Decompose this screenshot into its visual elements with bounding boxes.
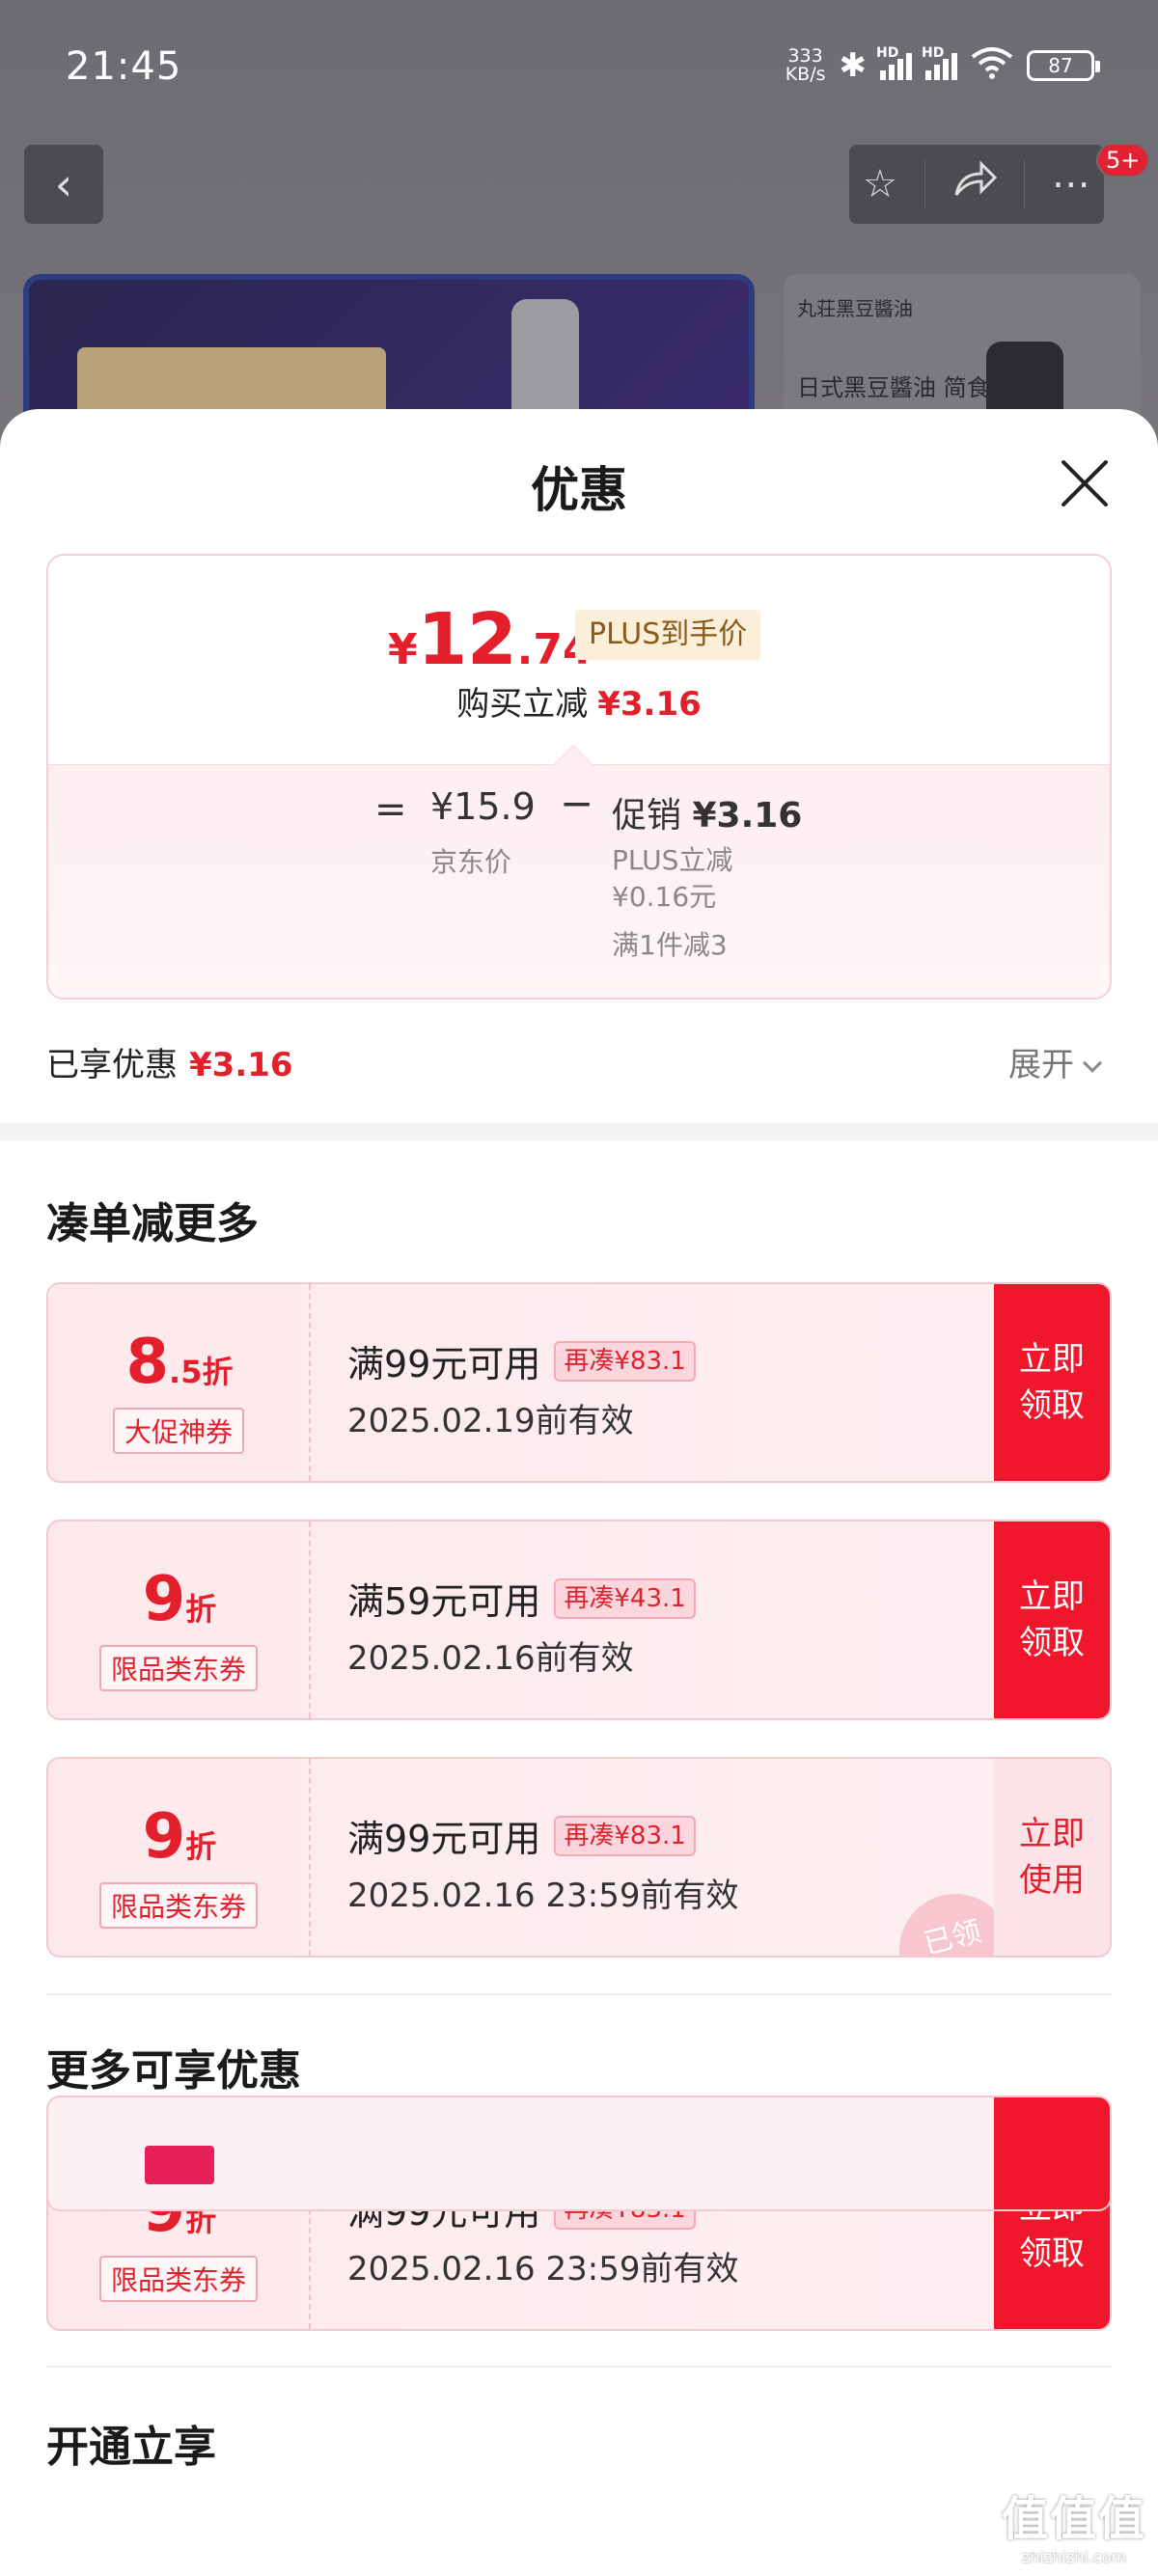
plus-minus-value: ¥0.16元 (612, 881, 717, 913)
coupon-condition: 满59元可用 再凑¥43.1 (347, 1572, 696, 1625)
full-minus-rule: 满1件减3 (612, 929, 728, 961)
hd-label-2: HD (922, 45, 945, 61)
thin-divider (46, 1993, 1112, 1995)
claim-coupon-button[interactable]: 立即 领取 (994, 1521, 1110, 1718)
signal-icon: HD (876, 45, 912, 80)
coupon-type-tag: 大促神券 (112, 1408, 245, 1454)
section-title-enjoy: 更多可享优惠 (46, 2046, 301, 2096)
status-bar: 21:45 333 KB/s ✱ HD HD 87 (0, 0, 1158, 135)
coupon-condition-text: 满99元可用 (347, 1818, 541, 1860)
section-divider (0, 1123, 1158, 1140)
minus-sign: − (560, 780, 594, 827)
plus-price-tag: PLUS到手价 (575, 610, 761, 660)
hd-label: HD (876, 45, 899, 61)
coupon-discount-unit: 折 (185, 1828, 217, 1865)
status-icons: 333 KB/s ✱ HD HD 87 (786, 45, 1100, 85)
coupon-type-tag: 限品类东券 (98, 2256, 259, 2302)
coupon-card: 9折 限品类东券 满59元可用 再凑¥43.1 2025.02.16前有效 立即… (46, 1520, 1112, 1720)
coupon-need-more: 再凑¥43.1 (554, 1577, 696, 1619)
coupon-discount: 8.5折 (48, 1327, 311, 1398)
buy-minus-value: ¥3.16 (597, 685, 702, 724)
enjoyed-value: ¥3.16 (189, 1046, 293, 1084)
final-price: ¥ 12 .74 (388, 598, 593, 681)
enjoyed-label: 已享优惠 (46, 1046, 178, 1084)
coupon-discount-unit: 折 (185, 1591, 217, 1628)
promo-line: 促销 ¥3.16 (612, 787, 802, 837)
coupon-validity: 2025.02.16 23:59前有效 (347, 1877, 739, 1915)
watermark-logo: 值值值 (1001, 2492, 1146, 2546)
open-now-button[interactable] (994, 2097, 1110, 2209)
coupon-discount: 9折 (48, 1564, 311, 1635)
coupon-condition: 满99元可用 再凑¥83.1 (347, 1809, 696, 1862)
sheet-title: 优惠 (531, 462, 627, 518)
section-title-more: 凑单减更多 (46, 1199, 259, 1248)
coupon-validity: 2025.02.16 23:59前有效 (347, 2250, 739, 2288)
coupon-left: 9折 限品类东券 (48, 1759, 311, 1956)
coupon-type-tag: 限品类东券 (98, 1645, 259, 1691)
buy-minus-label: 购买立减 (456, 685, 589, 724)
action-divider (924, 160, 925, 208)
coupon-discount-number: 9 (142, 1564, 186, 1635)
status-time: 21:45 (66, 44, 182, 89)
chevron-down-icon (1083, 1054, 1102, 1073)
net-speed-unit: KB/s (785, 64, 826, 85)
bluetooth-icon: ✱ (839, 46, 868, 85)
jd-price-label: 京东价 (430, 846, 512, 878)
price-currency: ¥ (388, 625, 418, 674)
coupon-card: 8.5折 大促神券 满99元可用 再凑¥83.1 2025.02.19前有效 立… (46, 1282, 1112, 1483)
coupon-type-tag: 限品类东券 (98, 1882, 259, 1929)
coupon-validity: 2025.02.19前有效 (347, 1402, 634, 1440)
more-icon[interactable]: ⋯ (1052, 162, 1090, 206)
claim-coupon-button[interactable]: 立即 领取 (994, 1284, 1110, 1481)
section-title-open: 开通立享 (46, 2423, 216, 2472)
discount-sheet: 优惠 ¥ 12 .74 PLUS到手价 购买立减 ¥3.16 = ¥15.9 京东… (0, 409, 1158, 2576)
coupon-need-more: 再凑¥83.1 (554, 1815, 696, 1856)
coupon-left: 9折 限品类东券 (48, 1521, 311, 1718)
coupon-condition: 满99元可用 再凑¥83.1 (347, 1334, 696, 1387)
favorite-star-icon[interactable]: ☆ (863, 162, 897, 206)
expand-label: 展开 (1008, 1046, 1074, 1084)
signal-icon-2: HD (922, 45, 957, 80)
battery-icon: 87 (1027, 50, 1100, 81)
buy-minus-line: 购买立减 ¥3.16 (48, 677, 1110, 725)
promo-label: 促销 (612, 796, 682, 836)
coupon-condition-text: 满59元可用 (347, 1580, 541, 1623)
coupon-validity: 2025.02.16前有效 (347, 1639, 634, 1678)
top-action-bar: ☆ ⋯ (849, 145, 1104, 224)
back-button[interactable]: ‹ (24, 145, 103, 224)
plus-minus-label: PLUS立减 (612, 844, 733, 876)
use-coupon-button[interactable]: 立即 使用 (994, 1759, 1110, 1956)
thumbnail-brand: 丸荘黑豆醬油 (797, 297, 913, 320)
coupon-discount-number: 8 (125, 1327, 170, 1398)
coupon-discount: 9折 (48, 1801, 311, 1873)
site-watermark: 值值值 zhizhizhi.com (1002, 2480, 1146, 2566)
action-divider (1023, 160, 1025, 208)
coupon-need-more: 再凑¥83.1 (554, 1340, 696, 1382)
price-summary: ¥ 12 .74 PLUS到手价 购买立减 ¥3.16 (48, 556, 1110, 764)
coupon-card: 9折 限品类东券 满99元可用 再凑¥83.1 2025.02.16 23:59… (46, 1757, 1112, 1958)
message-count-badge: 5+ (1096, 143, 1150, 178)
coupon-discount-unit: 折 (202, 1354, 234, 1390)
membership-card-icon (145, 2146, 214, 2184)
membership-open-card[interactable] (46, 2096, 1112, 2211)
coupon-discount-small: .5 (169, 1354, 203, 1390)
expand-toggle[interactable]: 展开 (1008, 1038, 1102, 1085)
share-icon[interactable] (952, 160, 998, 208)
promo-value: ¥3.16 (692, 796, 803, 836)
net-speed: 333 KB/s (786, 47, 826, 84)
price-integer: 12 (417, 598, 517, 681)
chevron-left-icon: ‹ (54, 158, 73, 210)
price-breakdown-card: ¥ 12 .74 PLUS到手价 购买立减 ¥3.16 = ¥15.9 京东价 −… (46, 554, 1112, 1000)
wifi-icon (971, 47, 1013, 84)
close-button[interactable] (1058, 455, 1112, 509)
enjoyed-discount: 已享优惠 ¥3.16 (46, 1038, 293, 1085)
jd-price: ¥15.9 (430, 785, 536, 828)
watermark-url: zhizhizhi.com (1021, 2548, 1127, 2566)
coupon-left: 8.5折 大促神券 (48, 1284, 311, 1481)
thin-divider (46, 2366, 1112, 2368)
coupon-discount-number: 9 (142, 1801, 186, 1873)
equals-sign: = (374, 787, 407, 832)
coupon-condition-text: 满99元可用 (347, 1343, 541, 1385)
